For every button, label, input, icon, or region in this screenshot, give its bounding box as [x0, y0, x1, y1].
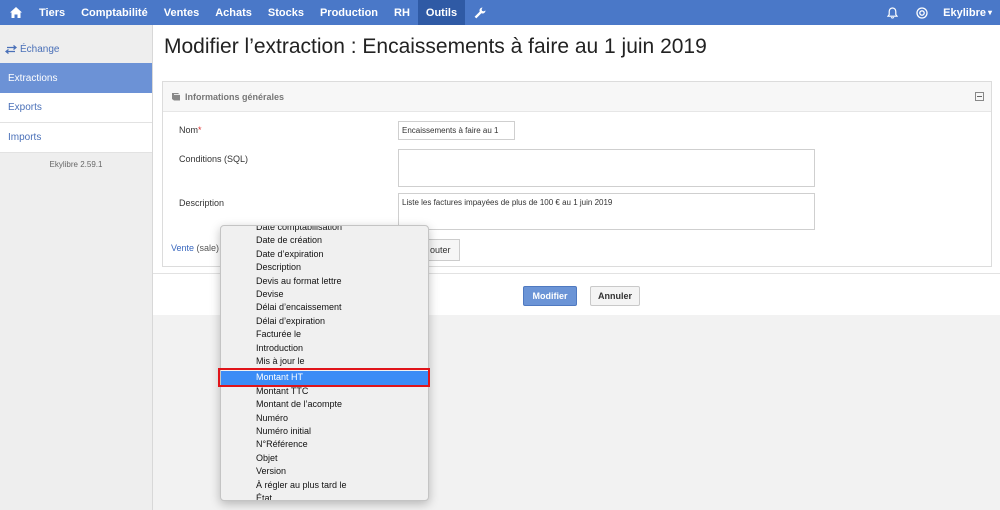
dropdown-option[interactable]: Montant de l’acompte [221, 398, 428, 411]
user-name: Ekylibre [943, 6, 986, 19]
model-code: (sale) [196, 243, 220, 253]
nav-outils[interactable]: Outils [417, 0, 466, 25]
dropdown-option[interactable]: Description [221, 261, 428, 274]
required-mark: * [198, 125, 202, 135]
dropdown-option[interactable]: Date comptabilisation [221, 226, 428, 234]
exchange-arrows-icon [5, 45, 17, 54]
sidebar-title: Échange [5, 44, 59, 55]
name-label-text: Nom [179, 125, 199, 135]
panel-header[interactable]: Informations générales [163, 82, 991, 112]
dropdown-option[interactable]: À régler au plus tard le [221, 479, 428, 492]
dropdown-option[interactable]: Devise [221, 288, 428, 301]
dropdown-option[interactable]: Mis à jour le [221, 355, 428, 368]
caret-down-icon: ▾ [987, 8, 992, 17]
dropdown-option[interactable]: Délai d’expiration [221, 315, 428, 328]
field-select-dropdown[interactable]: Date comptabilisation Date de création D… [220, 225, 429, 501]
dropdown-option[interactable]: Numéro [221, 412, 428, 425]
wrench-icon [474, 6, 486, 18]
panel-title: Informations générales [185, 91, 285, 102]
sidebar-title-label: Échange [20, 44, 60, 55]
modify-button[interactable]: Modifier [523, 286, 577, 306]
version-label: Ekylibre 2.59.1 [49, 160, 103, 169]
sidebar-item-exports[interactable]: Exports [0, 93, 152, 123]
selection-highlight-box [218, 368, 430, 387]
dropdown-option[interactable]: Introduction [221, 342, 428, 355]
collapse-icon[interactable] [975, 92, 984, 101]
home-button[interactable] [0, 0, 31, 25]
description-textarea[interactable]: Liste les factures impayées de plus de 1… [398, 193, 815, 230]
name-input[interactable]: Encaissements à faire au 1 [398, 121, 515, 140]
cancel-button[interactable]: Annuler [590, 286, 640, 306]
lifebuoy-icon [916, 6, 928, 19]
dropdown-option[interactable]: Date de création [221, 234, 428, 247]
nav-achats[interactable]: Achats [207, 0, 260, 25]
dropdown-option[interactable]: État [221, 492, 428, 500]
page-title: Modifier l’extraction : Encaissements à … [164, 35, 707, 58]
dropdown-option[interactable]: Version [221, 465, 428, 478]
nav-ventes[interactable]: Ventes [156, 0, 207, 25]
conditions-label: Conditions (SQL) [179, 154, 249, 164]
sidebar: Échange Extractions Exports Imports Ekyl… [0, 25, 153, 510]
nav-rh[interactable]: RH [386, 0, 418, 25]
dropdown-option[interactable]: Date d’expiration [221, 248, 428, 261]
model-link-vente[interactable]: Vente [171, 243, 194, 253]
home-icon [9, 7, 22, 18]
model-row: Vente (sale) [171, 243, 219, 253]
name-label: Nom* [179, 125, 202, 135]
book-icon [172, 93, 180, 101]
settings-wrench-button[interactable] [465, 0, 495, 25]
user-menu[interactable]: Ekylibre ▾ [937, 0, 1000, 25]
dropdown-option[interactable]: Objet [221, 452, 428, 465]
sidebar-item-imports[interactable]: Imports [0, 123, 152, 153]
help-button[interactable] [907, 0, 937, 25]
conditions-textarea[interactable] [398, 149, 815, 187]
notifications-button[interactable] [877, 0, 907, 25]
nav-stocks[interactable]: Stocks [260, 0, 312, 25]
dropdown-option[interactable]: Numéro initial [221, 425, 428, 438]
top-navbar: Tiers Comptabilité Ventes Achats Stocks … [0, 0, 1000, 25]
dropdown-option[interactable]: Facturée le [221, 328, 428, 341]
dropdown-option[interactable]: N°Référence [221, 438, 428, 451]
sidebar-item-extractions[interactable]: Extractions [0, 63, 152, 93]
nav-tiers[interactable]: Tiers [31, 0, 73, 25]
nav-comptabilite[interactable]: Comptabilité [73, 0, 156, 25]
dropdown-option[interactable]: Délai d’encaissement [221, 301, 428, 314]
nav-production[interactable]: Production [312, 0, 386, 25]
bell-icon [886, 6, 898, 19]
dropdown-option[interactable]: Devis au format lettre [221, 275, 428, 288]
description-label: Description [179, 198, 225, 208]
